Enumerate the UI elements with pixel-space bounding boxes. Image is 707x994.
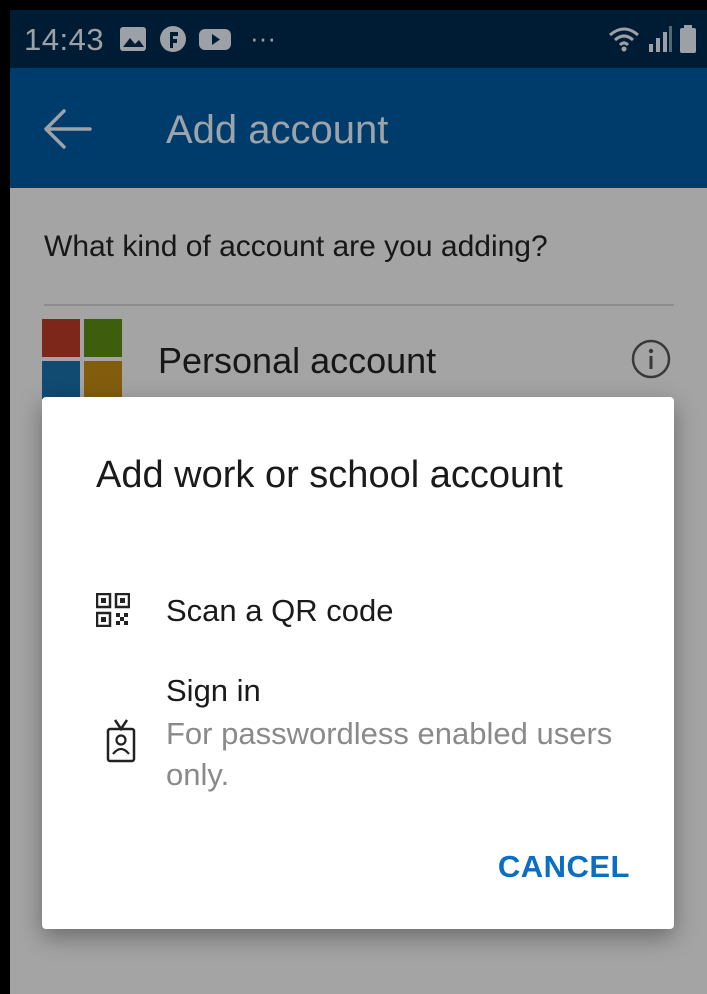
scan-qr-code-label: Scan a QR code <box>166 593 394 628</box>
cancel-button[interactable]: CANCEL <box>498 849 630 885</box>
sign-in-description: For passwordless enabled users only. <box>166 716 613 792</box>
scan-qr-code-option[interactable]: Scan a QR code <box>96 587 656 637</box>
sign-in-label: Sign in <box>166 673 261 708</box>
id-badge-icon <box>106 719 136 763</box>
qr-code-icon <box>96 593 130 627</box>
phone-screen: 14:43 ··· Add account What kind of accou… <box>10 10 707 994</box>
add-work-account-dialog: Add work or school account Scan a QR cod… <box>42 397 674 929</box>
dialog-title: Add work or school account <box>96 454 563 496</box>
sign-in-option[interactable]: Sign in For passwordless enabled users o… <box>96 667 656 797</box>
